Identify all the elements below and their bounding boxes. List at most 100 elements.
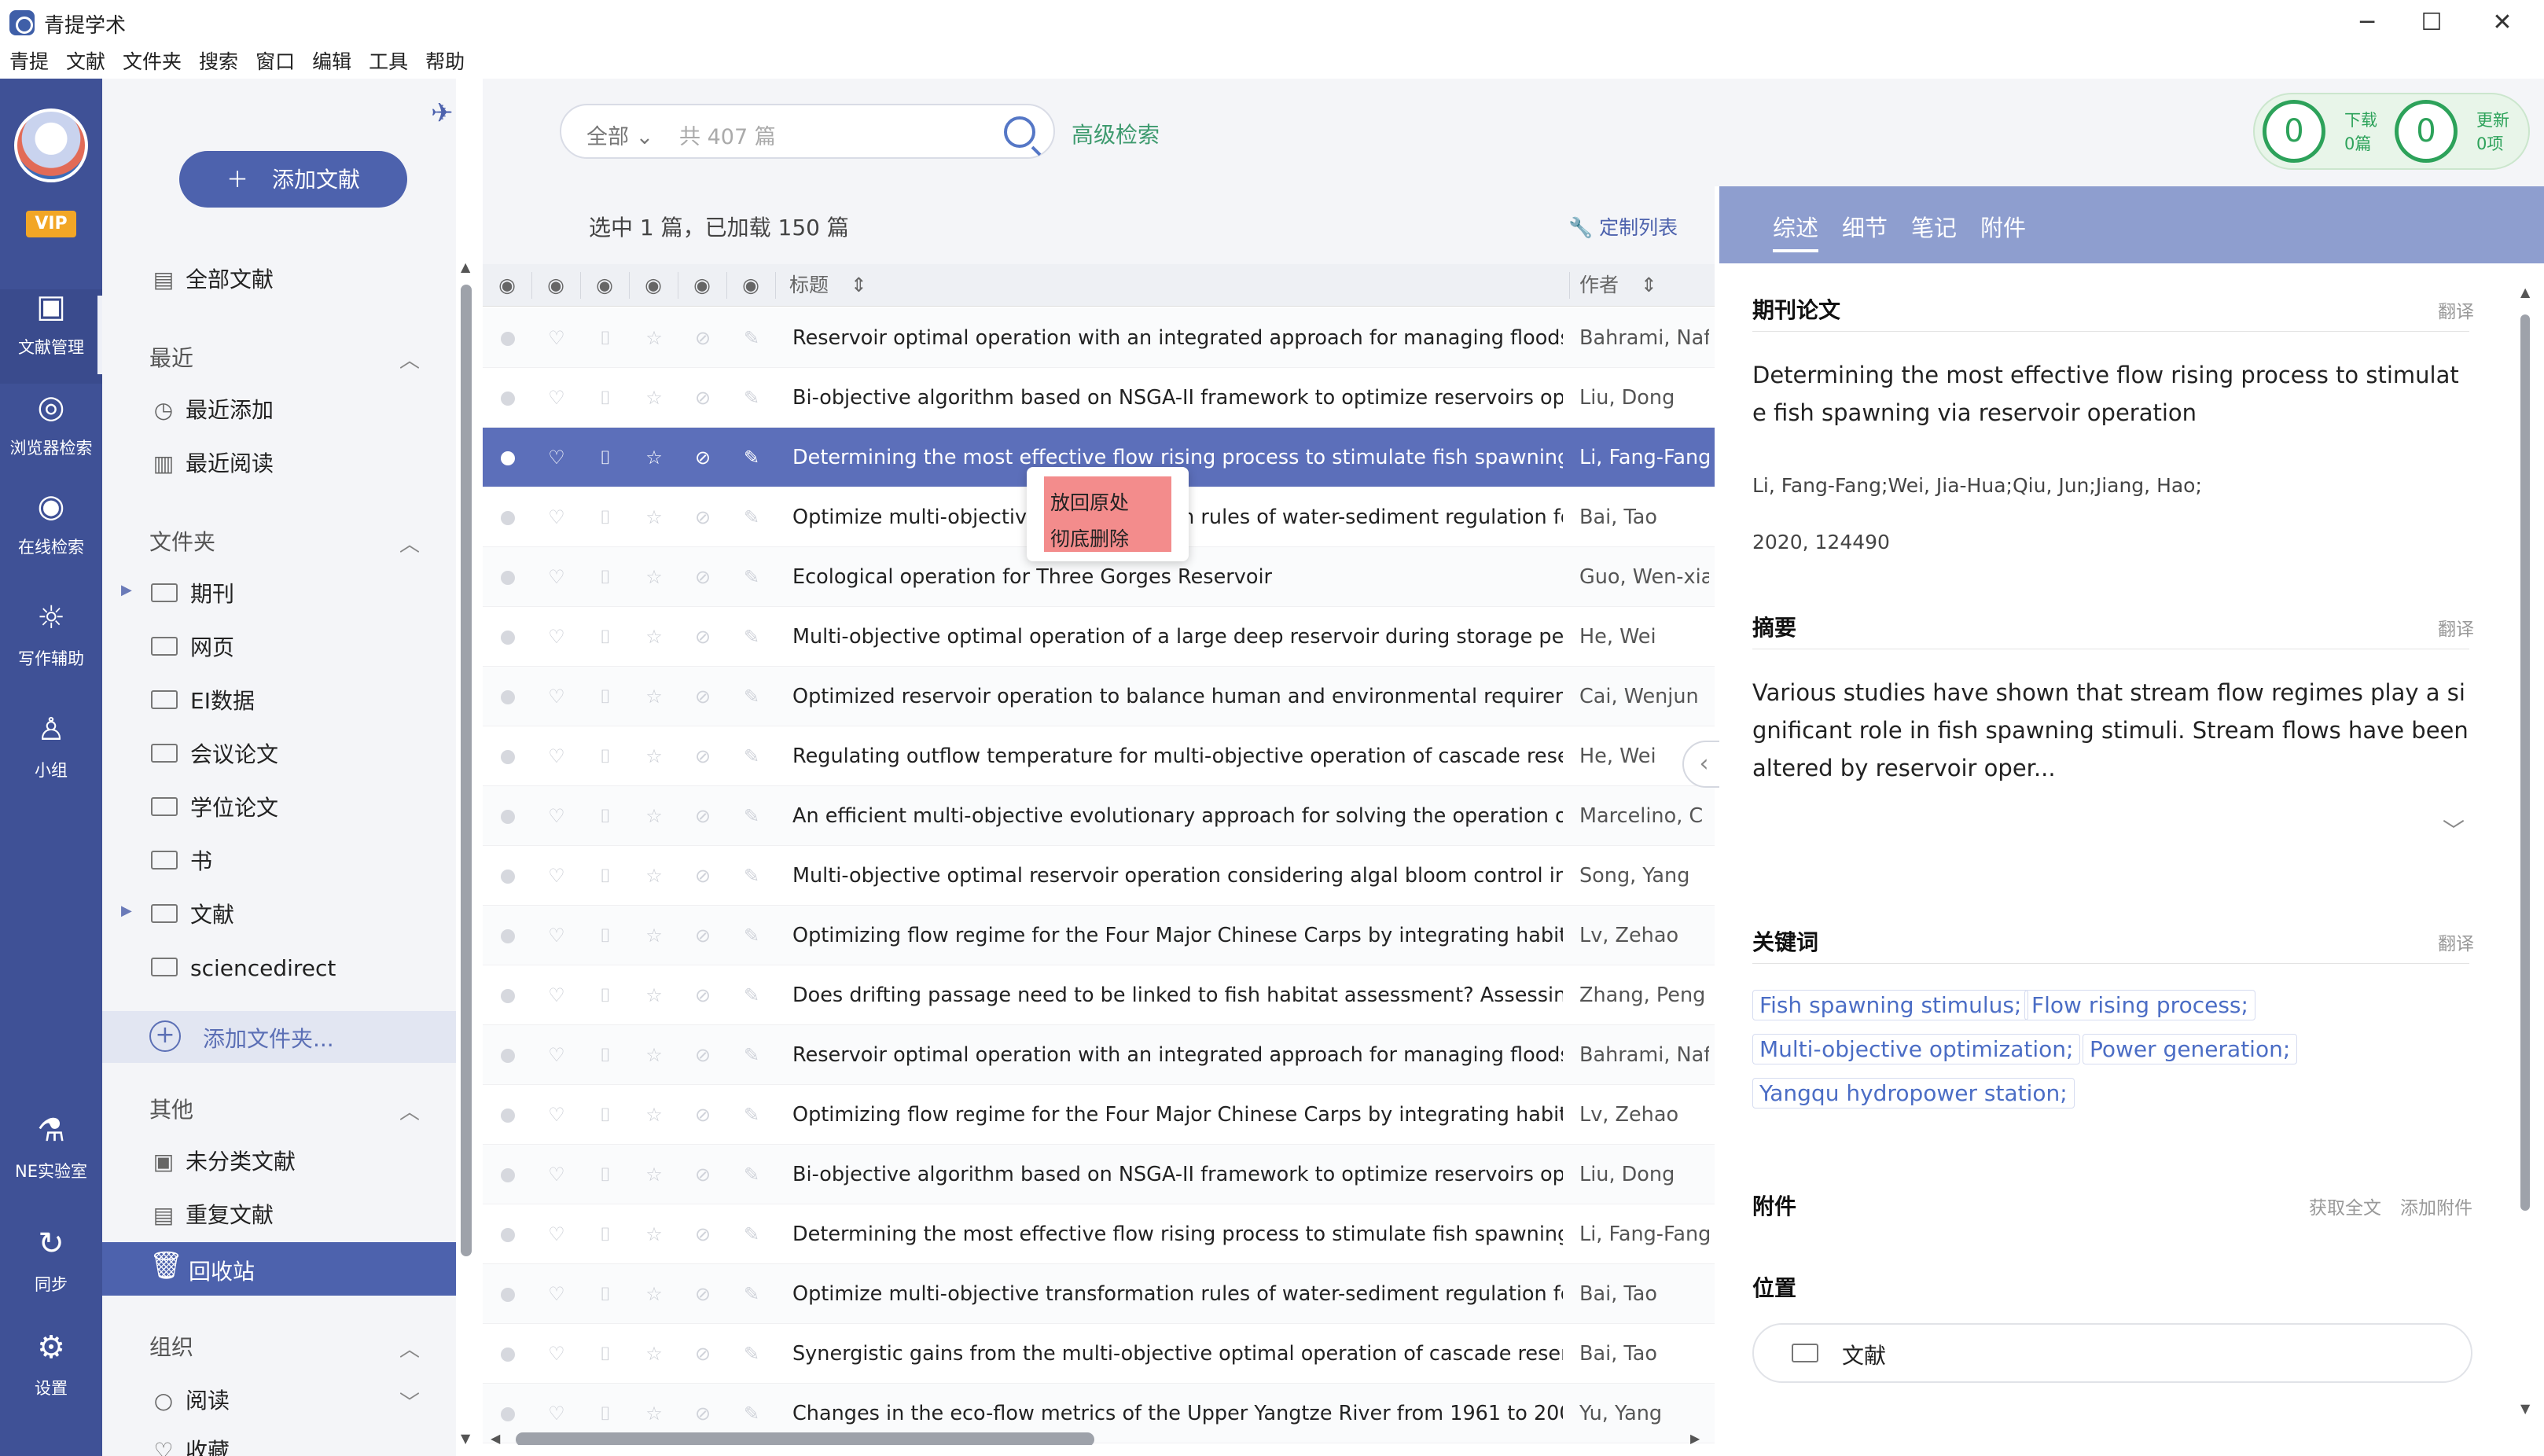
star-icon[interactable]: ☆ xyxy=(635,547,673,607)
sidebar-item-recent-read[interactable]: ▥ 最近阅读 xyxy=(149,440,274,487)
menu-literature[interactable]: 文献 xyxy=(66,46,105,79)
table-row[interactable]: ♡ ⌷ ☆ ⊘ ✎ Multi-objective optimal operation o… xyxy=(483,607,1715,667)
bookmark-icon[interactable]: ⌷ xyxy=(586,667,624,726)
update-count[interactable]: 0 xyxy=(2395,100,2458,163)
col-title[interactable]: 标题 ⇕ xyxy=(789,264,867,307)
read-status-icon[interactable] xyxy=(489,965,527,1025)
favorite-icon[interactable]: ♡ xyxy=(538,308,575,368)
bookmark-icon[interactable]: ⌷ xyxy=(586,1145,624,1204)
bookmark-icon[interactable]: ⌷ xyxy=(586,368,624,428)
star-icon[interactable]: ☆ xyxy=(635,906,673,965)
attachment-icon[interactable]: ⊘ xyxy=(684,1264,722,1324)
note-icon[interactable]: ✎ xyxy=(733,607,770,667)
read-status-icon[interactable] xyxy=(489,487,527,547)
attachment-icon[interactable]: ⊘ xyxy=(684,726,722,786)
search-scope-select[interactable]: 全部 ⌄ xyxy=(586,119,653,150)
attachment-icon[interactable]: ⊘ xyxy=(684,487,722,547)
col-attachment-icon[interactable]: ◉ xyxy=(678,264,726,307)
nav-writing-assistant[interactable]: ☼ 写作辅助 xyxy=(0,601,102,695)
star-icon[interactable]: ☆ xyxy=(635,308,673,368)
star-icon[interactable]: ☆ xyxy=(635,1085,673,1145)
favorite-icon[interactable]: ♡ xyxy=(538,428,575,487)
attachment-icon[interactable]: ⊘ xyxy=(684,846,722,906)
bookmark-icon[interactable]: ⌷ xyxy=(586,487,624,547)
tab-attachments[interactable]: 附件 xyxy=(1980,210,2026,243)
detail-scrollbar[interactable] xyxy=(2520,314,2530,1211)
get-fulltext-button[interactable]: 获取全文 xyxy=(2309,1193,2381,1219)
favorite-icon[interactable]: ♡ xyxy=(538,607,575,667)
search-input[interactable]: 全部 ⌄ 共 407 篇 xyxy=(560,104,1055,159)
menu-restore[interactable]: 放回原处 xyxy=(1050,487,1129,516)
attachment-icon[interactable]: ⊘ xyxy=(684,965,722,1025)
sidebar-item-all[interactable]: ▤ 全部文献 xyxy=(149,256,274,303)
read-status-icon[interactable] xyxy=(489,1204,527,1264)
note-icon[interactable]: ✎ xyxy=(733,1085,770,1145)
bookmark-icon[interactable]: ⌷ xyxy=(586,428,624,487)
favorite-icon[interactable]: ♡ xyxy=(538,786,575,846)
attachment-icon[interactable]: ⊘ xyxy=(684,1324,722,1384)
table-row[interactable]: ♡ ⌷ ☆ ⊘ ✎ Synergistic gains from the multi-ob… xyxy=(483,1324,1715,1384)
star-icon[interactable]: ☆ xyxy=(635,428,673,487)
tab-overview[interactable]: 综述 xyxy=(1773,210,1819,252)
table-row[interactable]: ♡ ⌷ ☆ ⊘ ✎ Regulating outflow temperature for … xyxy=(483,726,1715,786)
folder-literature[interactable]: 文献 xyxy=(151,892,234,939)
expand-triangle-icon[interactable]: ▶ xyxy=(121,582,132,598)
note-icon[interactable]: ✎ xyxy=(733,667,770,726)
nav-ne-lab[interactable]: ⚗ NE实验室 xyxy=(0,1113,102,1208)
sidebar-item-recycle-bin[interactable]: 🗑 回收站 xyxy=(102,1242,456,1296)
custom-list-button[interactable]: 🔧 定制列表 xyxy=(1568,212,1678,241)
nav-settings[interactable]: ⚙ 设置 xyxy=(0,1330,102,1425)
keyword-tag[interactable]: Yangqu hydropower station; xyxy=(1752,1078,2075,1109)
nav-online-search[interactable]: ◉ 在线检索 xyxy=(0,489,102,583)
note-icon[interactable]: ✎ xyxy=(733,547,770,607)
note-icon[interactable]: ✎ xyxy=(733,965,770,1025)
note-icon[interactable]: ✎ xyxy=(733,308,770,368)
avatar[interactable] xyxy=(14,108,88,182)
table-row[interactable]: ♡ ⌷ ☆ ⊘ ✎ Optimizing flow regime for the Four… xyxy=(483,906,1715,965)
folder-conference[interactable]: 会议论文 xyxy=(151,731,278,778)
bookmark-icon[interactable]: ⌷ xyxy=(586,1264,624,1324)
star-icon[interactable]: ☆ xyxy=(635,846,673,906)
note-icon[interactable]: ✎ xyxy=(733,428,770,487)
read-status-icon[interactable] xyxy=(489,1025,527,1085)
scroll-up-arrow-icon[interactable]: ▲ xyxy=(2520,285,2530,300)
chevron-up-icon[interactable]: ︿ xyxy=(399,528,420,557)
table-row[interactable]: ♡ ⌷ ☆ ⊘ ✎ Bi-objective algorithm based on NSG… xyxy=(483,368,1715,428)
bookmark-icon[interactable]: ⌷ xyxy=(586,308,624,368)
chevron-up-icon[interactable]: ︿ xyxy=(399,1333,420,1362)
minimize-button[interactable]: ─ xyxy=(2340,5,2395,41)
folder-book[interactable]: 书 xyxy=(151,838,212,885)
nav-browser-search[interactable]: ◎ 浏览器检索 xyxy=(0,390,102,484)
bookmark-icon[interactable]: ⌷ xyxy=(586,906,624,965)
col-read-status-icon[interactable]: ◉ xyxy=(483,264,531,307)
attachment-icon[interactable]: ⊘ xyxy=(684,428,722,487)
keyword-tag[interactable]: Flow rising process; xyxy=(2024,990,2255,1020)
section-group[interactable]: 组织 xyxy=(149,1324,193,1371)
attachment-icon[interactable]: ⊘ xyxy=(684,906,722,965)
keyword-tag[interactable]: Multi-objective optimization; xyxy=(1752,1034,2081,1064)
bookmark-icon[interactable]: ⌷ xyxy=(586,786,624,846)
favorite-icon[interactable]: ♡ xyxy=(538,726,575,786)
advanced-search-link[interactable]: 高级检索 xyxy=(1072,118,1160,149)
read-status-icon[interactable] xyxy=(489,368,527,428)
close-button[interactable]: ✕ xyxy=(2475,5,2530,41)
note-icon[interactable]: ✎ xyxy=(733,726,770,786)
read-status-icon[interactable] xyxy=(489,667,527,726)
translate-keywords-button[interactable]: 翻译 xyxy=(2438,928,2474,955)
tab-notes[interactable]: 笔记 xyxy=(1911,210,1957,243)
scroll-right-arrow-icon[interactable]: ▶ xyxy=(1690,1431,1700,1446)
star-icon[interactable]: ☆ xyxy=(635,667,673,726)
scroll-left-arrow-icon[interactable]: ◀ xyxy=(491,1431,500,1446)
sidebar-item-uncategorized[interactable]: ▣ 未分类文献 xyxy=(149,1138,296,1186)
favorite-icon[interactable]: ♡ xyxy=(538,1204,575,1264)
table-row[interactable]: ♡ ⌷ ☆ ⊘ ✎ An efficient multi-objective evolut… xyxy=(483,786,1715,846)
favorite-icon[interactable]: ♡ xyxy=(538,1264,575,1324)
favorite-icon[interactable]: ♡ xyxy=(538,1085,575,1145)
attachment-icon[interactable]: ⊘ xyxy=(684,607,722,667)
attachment-icon[interactable]: ⊘ xyxy=(684,308,722,368)
note-icon[interactable]: ✎ xyxy=(733,1145,770,1204)
read-status-icon[interactable] xyxy=(489,607,527,667)
star-icon[interactable]: ☆ xyxy=(635,965,673,1025)
col-note-icon[interactable]: ◉ xyxy=(726,264,775,307)
nav-sync[interactable]: ↻ 同步 xyxy=(0,1226,102,1321)
